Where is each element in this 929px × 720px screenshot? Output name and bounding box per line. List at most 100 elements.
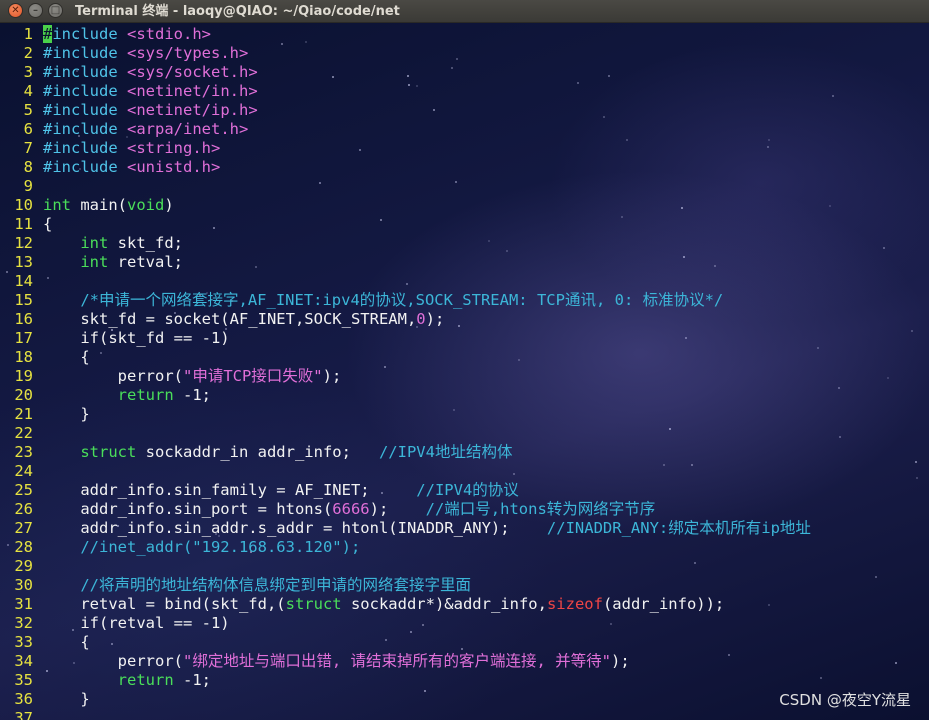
- code-editor[interactable]: 1 #include <stdio.h> 2 #include <sys/types.…: [0, 25, 929, 720]
- code-line[interactable]: 27 addr_info.sin_addr.s_addr = htonl(INA…: [0, 519, 929, 538]
- code-token: main(: [71, 196, 127, 214]
- line-number: 29: [14, 557, 33, 575]
- code-line[interactable]: 7 #include <string.h>: [0, 139, 929, 158]
- code-line[interactable]: 14: [0, 272, 929, 291]
- code-token: "申请TCP接口失败": [182, 367, 323, 385]
- code-token: sizeof: [546, 595, 603, 613]
- code-token: retval = bind(skt_fd,(: [43, 595, 286, 613]
- line-number: 20: [14, 386, 33, 404]
- code-line[interactable]: 6 #include <arpa/inet.h>: [0, 120, 929, 139]
- code-token: int: [43, 196, 71, 214]
- code-line[interactable]: 30 //将声明的地址结构体信息绑定到申请的网络套接字里面: [0, 576, 929, 595]
- code-line[interactable]: 21 }: [0, 405, 929, 424]
- code-line[interactable]: 17 if(skt_fd == -1): [0, 329, 929, 348]
- code-token: #include: [43, 82, 127, 100]
- window-titlebar[interactable]: ✕ – □ Terminal 终端 - laoqy@QIAO: ~/Qiao/c…: [0, 0, 929, 23]
- code-line[interactable]: 15 /*申请一个网络套接字,AF_INET:ipv4的协议,SOCK_STRE…: [0, 291, 929, 310]
- code-line[interactable]: 20 return -1;: [0, 386, 929, 405]
- code-token: <stdio.h>: [127, 25, 211, 43]
- line-number: 33: [14, 633, 33, 651]
- line-number: 32: [14, 614, 33, 632]
- line-number: 16: [14, 310, 33, 328]
- code-line[interactable]: 32 if(retval == -1): [0, 614, 929, 633]
- code-token: //IPV4地址结构体: [378, 443, 513, 461]
- code-line[interactable]: 25 addr_info.sin_family = AF_INET; //IPV…: [0, 481, 929, 500]
- line-number: 5: [23, 101, 33, 119]
- code-token: {: [43, 348, 90, 366]
- code-line[interactable]: 11 {: [0, 215, 929, 234]
- line-number: 9: [23, 177, 33, 195]
- code-token: #include: [43, 63, 127, 81]
- code-token: struct: [285, 595, 342, 613]
- code-token: if(skt_fd == -1): [43, 329, 230, 347]
- code-line[interactable]: 12 int skt_fd;: [0, 234, 929, 253]
- line-number: 6: [23, 120, 33, 138]
- code-line[interactable]: 24: [0, 462, 929, 481]
- code-line[interactable]: 35 return -1;: [0, 671, 929, 690]
- terminal-area[interactable]: 1 #include <stdio.h> 2 #include <sys/types.…: [0, 23, 929, 720]
- code-token: 0: [416, 310, 426, 328]
- code-token: }: [43, 690, 90, 708]
- code-token: );: [369, 500, 426, 518]
- code-token: //端口号,htons转为网络字节序: [425, 500, 656, 518]
- code-token: "绑定地址与端口出错, 请结束掉所有的客户端连接, 并等待": [182, 652, 611, 670]
- code-token: void: [127, 196, 165, 214]
- code-token: //IPV4的协议: [416, 481, 519, 499]
- code-token: #include: [43, 101, 127, 119]
- minimize-window-button[interactable]: –: [28, 3, 43, 18]
- code-line[interactable]: 13 int retval;: [0, 253, 929, 272]
- line-number: 25: [14, 481, 33, 499]
- code-line[interactable]: 31 retval = bind(skt_fd,(struct sockaddr…: [0, 595, 929, 614]
- line-number: 12: [14, 234, 33, 252]
- code-token: );: [425, 310, 445, 328]
- code-line[interactable]: 16 skt_fd = socket(AF_INET,SOCK_STREAM,0…: [0, 310, 929, 329]
- line-number: 1: [23, 25, 33, 43]
- line-number: 22: [14, 424, 33, 442]
- line-number: 24: [14, 462, 33, 480]
- code-line[interactable]: 34 perror("绑定地址与端口出错, 请结束掉所有的客户端连接, 并等待"…: [0, 652, 929, 671]
- code-line[interactable]: 3 #include <sys/socket.h>: [0, 63, 929, 82]
- code-token: //将声明的地址结构体信息绑定到申请的网络套接字里面: [80, 576, 471, 594]
- code-token: perror(: [43, 652, 183, 670]
- close-window-button[interactable]: ✕: [8, 3, 23, 18]
- code-token: <sys/types.h>: [127, 44, 249, 62]
- code-token: addr_info.sin_port = htons(: [43, 500, 333, 518]
- code-line[interactable]: 2 #include <sys/types.h>: [0, 44, 929, 63]
- code-line[interactable]: 9: [0, 177, 929, 196]
- code-line[interactable]: 10 int main(void): [0, 196, 929, 215]
- code-line[interactable]: 33 {: [0, 633, 929, 652]
- code-line[interactable]: 5 #include <netinet/ip.h>: [0, 101, 929, 120]
- code-token: perror(: [43, 367, 183, 385]
- code-token: #include: [43, 44, 127, 62]
- code-token: include: [52, 25, 127, 43]
- code-line[interactable]: 29: [0, 557, 929, 576]
- code-token: #include: [43, 158, 127, 176]
- code-line[interactable]: 26 addr_info.sin_port = htons(6666); //端…: [0, 500, 929, 519]
- code-line[interactable]: 19 perror("申请TCP接口失败");: [0, 367, 929, 386]
- code-token: -1;: [173, 386, 211, 404]
- code-token: sockaddr_in addr_info;: [136, 443, 379, 461]
- maximize-window-button[interactable]: □: [48, 3, 63, 18]
- code-line[interactable]: 18 {: [0, 348, 929, 367]
- code-token: sockaddr*)&addr_info,: [341, 595, 547, 613]
- code-line[interactable]: 8 #include <unistd.h>: [0, 158, 929, 177]
- code-line[interactable]: 28 //inet_addr("192.168.63.120");: [0, 538, 929, 557]
- code-line[interactable]: 37: [0, 709, 929, 720]
- code-line[interactable]: 23 struct sockaddr_in addr_info; //IPV4地…: [0, 443, 929, 462]
- code-token: <arpa/inet.h>: [127, 120, 249, 138]
- code-token: retval;: [108, 253, 183, 271]
- line-number: 36: [14, 690, 33, 708]
- code-token: struct: [80, 443, 137, 461]
- code-line[interactable]: 4 #include <netinet/in.h>: [0, 82, 929, 101]
- code-token: {: [43, 633, 90, 651]
- line-number: 21: [14, 405, 33, 423]
- text-cursor: #: [43, 25, 53, 43]
- code-line[interactable]: 22: [0, 424, 929, 443]
- code-token: //INADDR_ANY:绑定本机所有ip地址: [546, 519, 811, 537]
- code-token: ): [164, 196, 174, 214]
- code-line[interactable]: 1 #include <stdio.h>: [0, 25, 929, 44]
- line-number: 34: [14, 652, 33, 670]
- line-number: 11: [14, 215, 33, 233]
